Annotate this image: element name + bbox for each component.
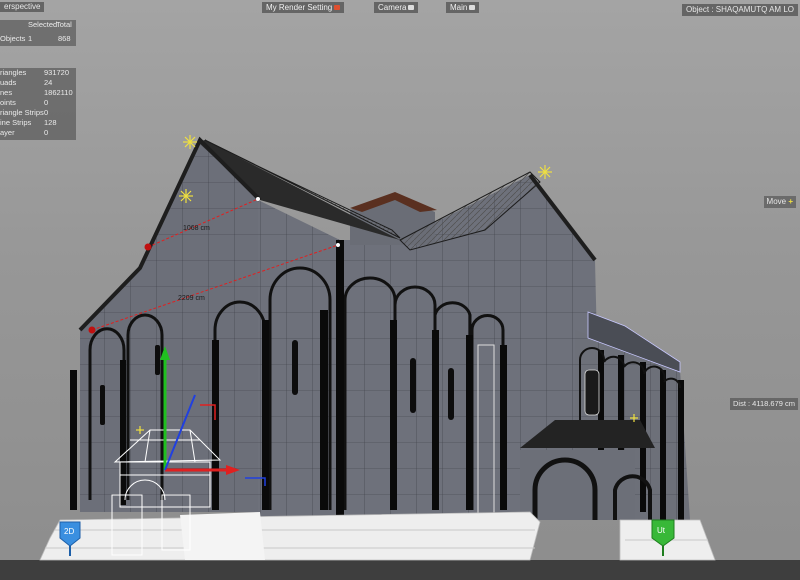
layer-label: Main — [450, 3, 468, 12]
stat-row: nes 1862110 — [0, 88, 76, 98]
view-name[interactable]: erspective — [0, 2, 45, 12]
pin-right-label: Ut — [657, 526, 666, 535]
move-tool-indicator[interactable]: Move + — [763, 196, 796, 208]
stat-row: riangle Strips 0 — [0, 108, 76, 118]
objects-label: Objects — [0, 34, 26, 43]
scene-canvas[interactable]: 1068 cm 2209 cm 2D Ut — [0, 0, 800, 580]
stat-value: 931720 — [44, 68, 70, 77]
stat-value: 24 — [44, 78, 53, 87]
stat-label: ayer — [0, 128, 15, 137]
layer-icon — [469, 5, 476, 11]
snap-marker-star — [538, 165, 552, 179]
stat-label: ine Strips — [0, 118, 32, 127]
camera-icon — [408, 5, 415, 11]
stat-row: ine Strips 128 — [0, 118, 76, 128]
layer-button[interactable]: Main — [446, 2, 480, 13]
ground-plane — [0, 560, 800, 580]
selected-header: Selected — [28, 20, 58, 29]
distance-readout: Dist : 4118.679 cm — [730, 398, 798, 410]
pin-left-label: 2D — [64, 527, 74, 536]
stat-row: riangles 931720 — [0, 68, 76, 78]
entrance-porch — [520, 420, 655, 520]
stat-label: nes — [0, 88, 13, 97]
stat-row: uads 24 — [0, 78, 76, 88]
object-readout: Object : SHAQAMUTQ AM LO — [681, 4, 798, 16]
stat-value: 1862110 — [44, 88, 73, 97]
stat-label: uads — [0, 78, 17, 87]
stat-value: 0 — [44, 98, 49, 107]
stat-value: 128 — [44, 118, 57, 127]
camera-button[interactable]: Camera — [374, 2, 419, 13]
render-setting-button[interactable]: My Render Setting — [262, 2, 345, 13]
stat-value: 0 — [44, 128, 49, 137]
snap-marker-star — [179, 189, 193, 203]
camera-label: Camera — [378, 3, 407, 12]
move-tool-label: Move — [766, 197, 787, 206]
render-setting-label: My Render Setting — [266, 3, 333, 12]
stat-row: oints 0 — [0, 98, 76, 108]
objects-selected: 1 — [28, 34, 33, 43]
snap-marker-star — [183, 135, 197, 149]
move-plus-icon: + — [788, 197, 793, 206]
objects-total: 868 — [58, 34, 71, 43]
3d-viewport[interactable]: 1068 cm 2209 cm 2D Ut erspective My Rend… — [0, 0, 800, 580]
stat-row: ayer 0 — [0, 128, 76, 138]
stat-value: 0 — [44, 108, 49, 117]
stats-panel: riangles 931720 uads 24 nes 1862110 oints 0 … — [0, 68, 76, 140]
measure-lower-label: 2209 cm — [178, 295, 205, 302]
stat-label: riangle Strips — [0, 108, 44, 117]
total-header: Total — [56, 20, 72, 29]
selection-header-row: Selected Total — [0, 20, 76, 30]
selection-panel: Selected Total Objects 1 868 — [0, 20, 76, 46]
render-icon — [334, 5, 341, 11]
stat-label: riangles — [0, 68, 27, 77]
measure-upper-label: 1068 cm — [183, 225, 210, 232]
stat-label: oints — [0, 98, 16, 107]
selection-objects-row: Objects 1 868 — [0, 34, 76, 44]
